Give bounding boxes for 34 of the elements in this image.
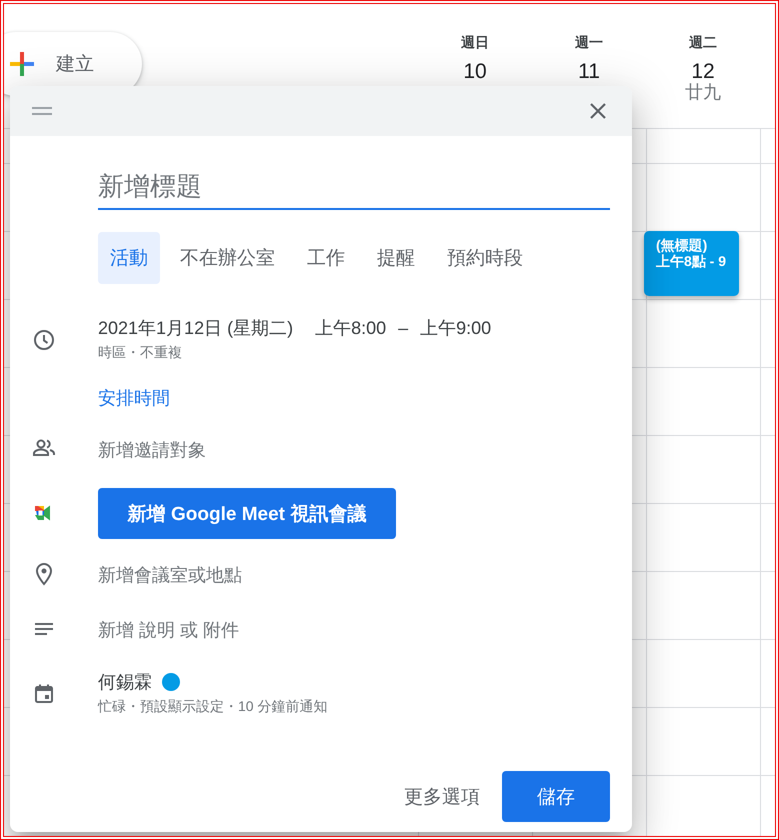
add-guests-field[interactable]: 新增邀請對象 <box>98 440 206 460</box>
time-details[interactable]: 時區・不重複 <box>98 344 610 362</box>
end-time[interactable]: 上午9:00 <box>420 316 492 340</box>
event-type-tab[interactable]: 提醒 <box>365 232 427 284</box>
event-type-tab[interactable]: 預約時段 <box>435 232 535 284</box>
calendar-owner[interactable]: 何錫霖 <box>98 670 152 694</box>
event-type-tab[interactable]: 工作 <box>295 232 357 284</box>
calendar-color-dot[interactable] <box>162 673 180 691</box>
plus-icon <box>10 52 34 76</box>
event-type-tab[interactable]: 不在辦公室 <box>168 232 287 284</box>
time-separator: – <box>398 318 408 339</box>
drag-handle-icon[interactable] <box>32 107 52 115</box>
event-title: (無標題) <box>656 237 708 253</box>
save-button[interactable]: 儲存 <box>502 771 610 822</box>
add-description-field[interactable]: 新增 說明 或 附件 <box>98 620 240 640</box>
date-number[interactable]: 12 <box>691 60 715 84</box>
lunar-date: 廿九 <box>685 84 721 100</box>
more-options-button[interactable]: 更多選項 <box>404 784 480 810</box>
add-location-field[interactable]: 新增會議室或地點 <box>98 565 242 585</box>
event-type-tab[interactable]: 活動 <box>98 232 160 284</box>
event-date[interactable]: 2021年1月12日 (星期二) <box>98 316 294 340</box>
date-number[interactable]: 11 <box>578 60 600 84</box>
weekday-label: 週一 <box>575 34 603 52</box>
calendar-icon <box>32 682 56 706</box>
event-chip[interactable]: (無標題) 上午8點 - 9 <box>644 231 739 296</box>
event-time: 上午8點 - 9 <box>656 253 728 269</box>
find-time-link[interactable]: 安排時間 <box>98 388 170 408</box>
start-time[interactable]: 上午8:00 <box>315 316 386 340</box>
add-meet-button[interactable]: 新增 Google Meet 視訊會議 <box>98 488 396 539</box>
calendar-details[interactable]: 忙碌・預設顯示設定・10 分鐘前通知 <box>98 698 610 716</box>
clock-icon <box>32 328 56 352</box>
weekday-label: 週二 <box>689 34 717 52</box>
date-number[interactable]: 10 <box>463 60 487 84</box>
weekday-label: 週日 <box>461 34 489 52</box>
